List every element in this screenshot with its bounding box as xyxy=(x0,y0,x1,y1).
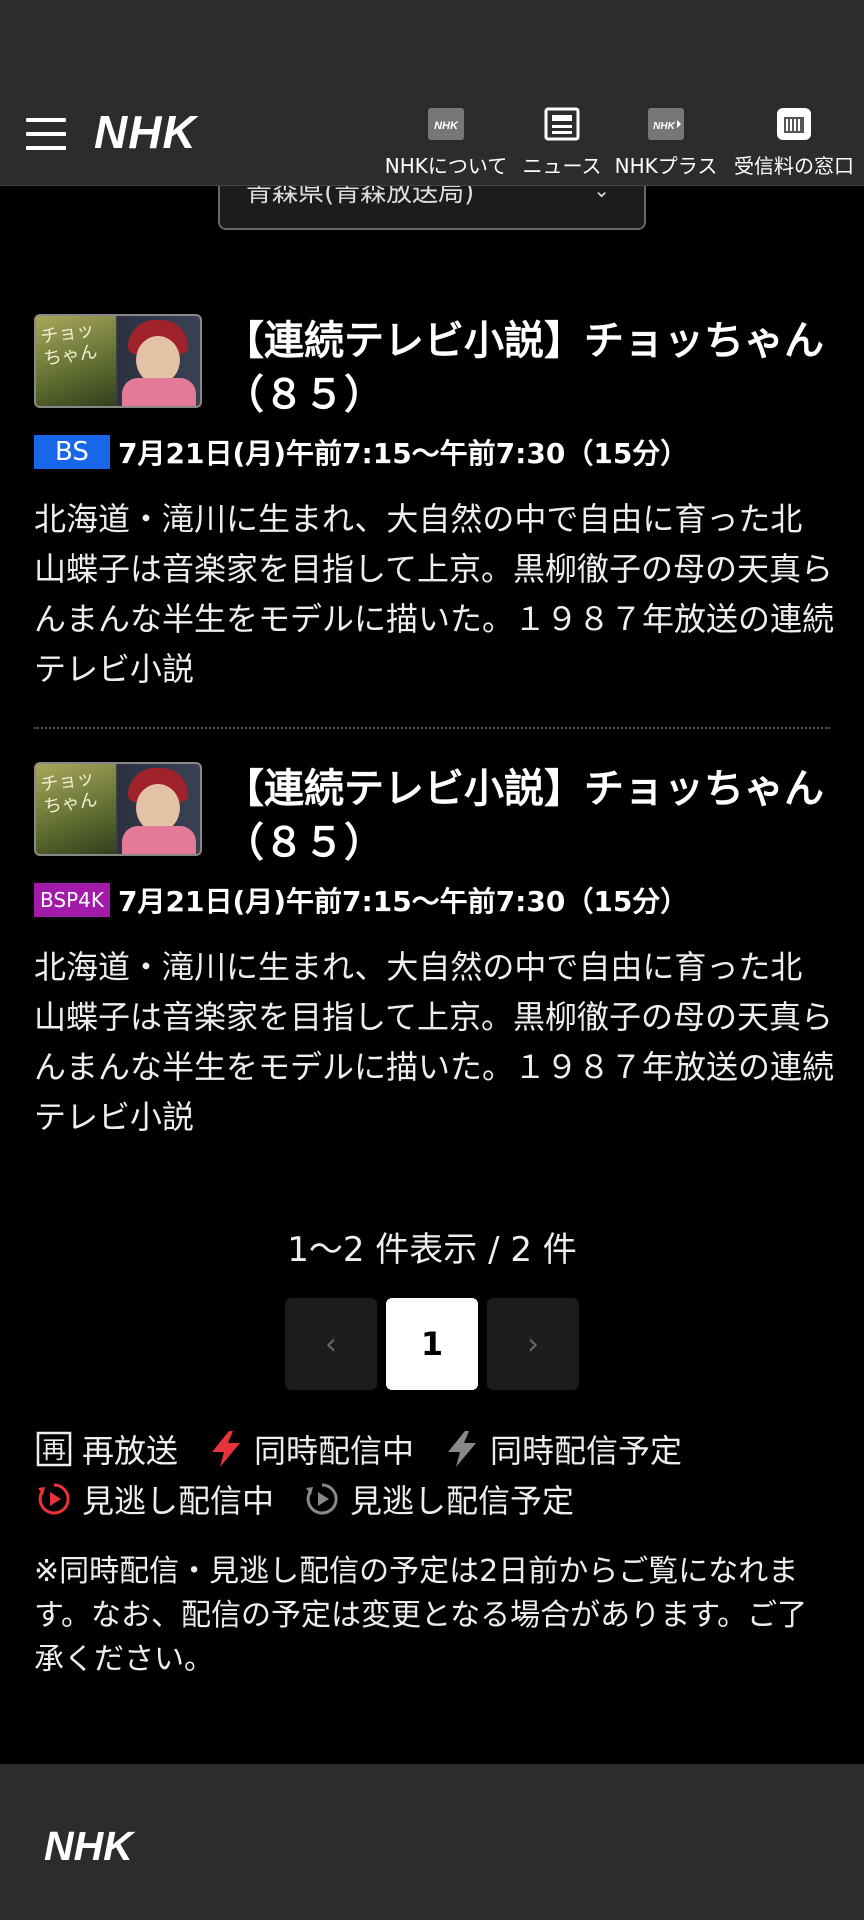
legend-label: 見逃し配信中 xyxy=(82,1482,275,1520)
nhk-logo-text: NHK xyxy=(94,110,198,154)
prev-page-button[interactable]: ‹ xyxy=(285,1298,377,1390)
legend-catchup-planned: 見逃し配信予定 xyxy=(302,1476,574,1522)
program-datetime: 7月21日(月)午前7:15〜午前7:30（15分） xyxy=(118,885,689,918)
footer-nhk-logo[interactable]: NHK xyxy=(44,1826,166,1866)
legend-label: 再放送 xyxy=(82,1432,179,1470)
nav-item-news[interactable]: ニュース xyxy=(522,104,602,179)
nhk-badge-icon: NHK xyxy=(428,106,464,142)
nav-label: NHKについて xyxy=(384,154,508,178)
thumbnail-figure-scarf xyxy=(122,378,196,406)
program-title[interactable]: 【連続テレビ小説】チョッちゃん（８５） xyxy=(224,762,834,870)
nav-label: ニュース xyxy=(522,154,602,178)
program-description: 北海道・滝川に生まれ、大自然の中で自由に育った北山蝶子は音楽家を目指して上京。黒… xyxy=(34,500,835,688)
program-thumbnail[interactable]: チョッちゃん xyxy=(34,314,202,408)
page-1-button[interactable]: 1 xyxy=(386,1298,478,1390)
thumbnail-figure-face xyxy=(136,336,180,384)
nav-label: NHKプラス xyxy=(614,154,718,178)
program-datetime: 7月21日(月)午前7:15〜午前7:30（15分） xyxy=(118,437,689,470)
nav-item-about-nhk[interactable]: NHK NHKについて xyxy=(384,104,508,179)
nav-item-nhk-plus[interactable]: NHK NHKプラス xyxy=(614,104,718,179)
thumbnail-figure-face xyxy=(136,784,180,832)
nhk-plus-icon: NHK xyxy=(648,106,684,142)
nhk-logo[interactable]: NHK xyxy=(94,110,230,154)
program-meta: BSP4K 7月21日(月)午前7:15〜午前7:30（15分） xyxy=(34,880,688,920)
next-page-button[interactable]: › xyxy=(487,1298,579,1390)
pagination: ‹ 1 › xyxy=(285,1298,588,1390)
status-bar xyxy=(0,0,864,94)
chevron-right-icon: › xyxy=(527,1326,539,1362)
svg-text:NHK: NHK xyxy=(653,121,675,132)
result-count: 1〜2 件表示 / 2 件 xyxy=(287,1230,577,1270)
site-header: NHK NHK NHKについて ニュース NHK NHKプラス 受信料の窓口 xyxy=(0,94,864,186)
catchup-play-gray-icon xyxy=(302,1479,342,1519)
legend-rerun: 再 再放送 xyxy=(34,1426,178,1472)
newspaper-icon xyxy=(544,106,580,142)
legend-label: 同時配信中 xyxy=(254,1432,415,1470)
rerun-icon: 再 xyxy=(34,1429,74,1469)
hamburger-menu-icon[interactable] xyxy=(26,118,66,158)
channel-badge-bs: BS xyxy=(34,435,110,469)
chevron-left-icon: ‹ xyxy=(325,1326,337,1362)
window-icon xyxy=(776,106,812,142)
divider xyxy=(34,727,830,729)
legend-label: 見逃し配信予定 xyxy=(350,1482,575,1520)
lightning-gray-icon xyxy=(442,1429,482,1469)
footer: NHK xyxy=(0,1764,864,1920)
header-nav: NHK NHKについて ニュース NHK NHKプラス 受信料の窓口 xyxy=(370,104,864,179)
svg-text:NHK: NHK xyxy=(434,120,459,132)
thumbnail-figure-scarf xyxy=(122,826,196,854)
footer-logo-text: NHK xyxy=(44,1826,136,1866)
program-description: 北海道・滝川に生まれ、大自然の中で自由に育った北山蝶子は音楽家を目指して上京。黒… xyxy=(34,948,835,1136)
nav-label: 受信料の窓口 xyxy=(734,154,854,178)
channel-badge-bsp4k: BSP4K xyxy=(34,883,110,917)
program-thumbnail[interactable]: チョッちゃん xyxy=(34,762,202,856)
legend-simul-planned: 同時配信予定 xyxy=(442,1426,682,1472)
nav-item-fee-window[interactable]: 受信料の窓口 xyxy=(730,104,858,179)
rerun-icon-glyph: 再 xyxy=(42,1436,66,1464)
legend-catchup-now: 見逃し配信中 xyxy=(34,1476,274,1522)
legend-simul-now: 同時配信中 xyxy=(206,1426,414,1472)
program-title[interactable]: 【連続テレビ小説】チョッちゃん（８５） xyxy=(224,314,834,422)
schedule-note: ※同時配信・見逃し配信の予定は2日前からご覧になれます。なお、配信の予定は変更と… xyxy=(34,1554,808,1677)
catchup-play-red-icon xyxy=(34,1479,74,1519)
program-meta: BS 7月21日(月)午前7:15〜午前7:30（15分） xyxy=(34,432,688,472)
legend: 再 再放送 同時配信中 同時配信予定 見逃し配信中 見逃し配信予定 xyxy=(34,1424,834,1524)
legend-label: 同時配信予定 xyxy=(490,1432,683,1470)
lightning-red-icon xyxy=(206,1429,246,1469)
